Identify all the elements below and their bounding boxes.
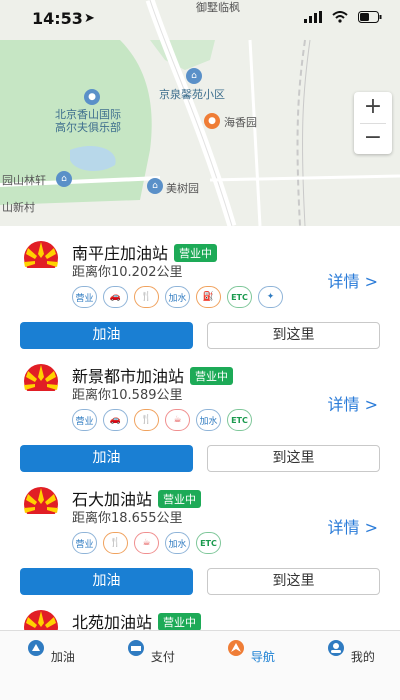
car-wash-icon: 🚗 <box>103 409 128 431</box>
station-distance: 距离你10.589公里 <box>72 388 183 403</box>
zoom-control: + − <box>354 92 392 154</box>
map-label: 北京香山国际 高尔夫俱乐部 <box>55 108 121 134</box>
map-view[interactable]: 14:53 ➤ 御墅临枫 ⌂ 京泉馨苑小区 ● 北京香山国际 高尔夫俱乐部 ● … <box>0 0 400 226</box>
coffee-icon: ☕ <box>134 532 159 554</box>
station-distance: 距离你10.202公里 <box>72 265 183 280</box>
cleaning-service-icon: ✦ <box>258 286 283 308</box>
map-label: 园山林轩 <box>2 174 46 187</box>
details-link[interactable]: 详情 > <box>328 514 379 538</box>
navigate-here-button[interactable]: 到这里 <box>207 445 380 472</box>
map-poi-icon: ● <box>204 113 220 129</box>
service-tags: 营业 🚗 🍴 ☕ 加水 ETC <box>72 409 252 431</box>
petrochina-logo-icon <box>24 487 58 522</box>
refuel-button[interactable]: 加油 <box>20 445 193 472</box>
details-link[interactable]: 详情 > <box>328 391 379 415</box>
tab-refuel[interactable]: 加油 <box>15 639 85 665</box>
etc-icon: ETC <box>227 286 252 308</box>
tab-navigate[interactable]: 导航 <box>215 639 285 665</box>
station-card: 北苑加油站 营业中 <box>0 595 400 630</box>
open-service-icon: 营业 <box>72 409 97 431</box>
map-poi-icon: ⌂ <box>186 68 202 84</box>
fuel-service-icon: ⛽ <box>196 286 221 308</box>
water-service-icon: 加水 <box>196 409 221 431</box>
coffee-icon: ☕ <box>165 409 190 431</box>
battery-icon <box>358 11 382 23</box>
open-service-icon: 营业 <box>72 286 97 308</box>
etc-icon: ETC <box>227 409 252 431</box>
tab-label: 我的 <box>350 650 375 664</box>
water-service-icon: 加水 <box>165 532 190 554</box>
map-label: 美树园 <box>166 182 199 195</box>
station-card: 石大加油站 营业中 距离你18.655公里 营业 🍴 ☕ 加水 ETC 详情 > … <box>0 472 400 595</box>
wifi-icon <box>332 11 348 23</box>
etc-icon: ETC <box>196 532 221 554</box>
navigate-here-button[interactable]: 到这里 <box>207 568 380 595</box>
tab-label: 支付 <box>150 650 175 664</box>
dining-icon: 🍴 <box>134 286 159 308</box>
tab-profile[interactable]: 我的 <box>315 639 385 665</box>
station-card: 新景都市加油站 营业中 距离你10.589公里 营业 🚗 🍴 ☕ 加水 ETC 详… <box>0 349 400 472</box>
tab-pay[interactable]: 支付 <box>115 639 185 665</box>
open-status-badge: 营业中 <box>174 244 218 262</box>
service-tags: 营业 🚗 🍴 加水 ⛽ ETC ✦ <box>72 286 283 308</box>
station-distance: 距离你18.655公里 <box>72 511 183 526</box>
map-poi-icon: ● <box>84 89 100 105</box>
tab-label: 加油 <box>50 650 75 664</box>
signal-icon <box>304 11 322 23</box>
navigate-here-button[interactable]: 到这里 <box>207 322 380 349</box>
pay-icon <box>128 640 145 656</box>
map-label: 京泉馨苑小区 <box>159 88 225 101</box>
zoom-out-button[interactable]: − <box>354 123 392 154</box>
map-label: 御墅临枫 <box>196 1 240 14</box>
bottom-tab-bar: 加油 支付 导航 我的 <box>0 630 400 700</box>
map-label: 海香园 <box>224 116 257 129</box>
zoom-in-button[interactable]: + <box>354 92 392 123</box>
car-wash-icon: 🚗 <box>103 286 128 308</box>
refuel-button[interactable]: 加油 <box>20 322 193 349</box>
petrochina-logo-icon <box>24 364 58 399</box>
station-card: 南平庄加油站 营业中 距离你10.202公里 营业 🚗 🍴 加水 ⛽ ETC ✦ … <box>0 226 400 349</box>
location-arrow-icon: ➤ <box>84 11 95 26</box>
service-tags: 营业 🍴 ☕ 加水 ETC <box>72 532 221 554</box>
open-service-icon: 营业 <box>72 532 97 554</box>
details-link[interactable]: 详情 > <box>328 268 379 292</box>
profile-icon <box>328 640 345 656</box>
zoom-divider <box>360 123 386 124</box>
water-service-icon: 加水 <box>165 286 190 308</box>
open-status-badge: 营业中 <box>190 367 234 385</box>
tab-label: 导航 <box>250 650 275 664</box>
open-status-badge: 营业中 <box>158 613 202 630</box>
petrochina-logo-icon <box>24 241 58 276</box>
map-poi-icon: ⌂ <box>147 178 163 194</box>
navigate-icon <box>228 640 245 656</box>
station-name-text: 北苑加油站 <box>72 613 153 630</box>
open-status-badge: 营业中 <box>158 490 202 508</box>
dining-icon: 🍴 <box>103 532 128 554</box>
refuel-icon <box>28 640 45 656</box>
status-time: 14:53 <box>32 9 83 28</box>
dining-icon: 🍴 <box>134 409 159 431</box>
map-label: 山新村 <box>2 201 35 214</box>
petrochina-logo-icon <box>24 610 58 630</box>
station-name: 北苑加油站 营业中 <box>72 609 202 630</box>
refuel-button[interactable]: 加油 <box>20 568 193 595</box>
station-list[interactable]: 南平庄加油站 营业中 距离你10.202公里 营业 🚗 🍴 加水 ⛽ ETC ✦ … <box>0 226 400 630</box>
map-poi-icon: ⌂ <box>56 171 72 187</box>
